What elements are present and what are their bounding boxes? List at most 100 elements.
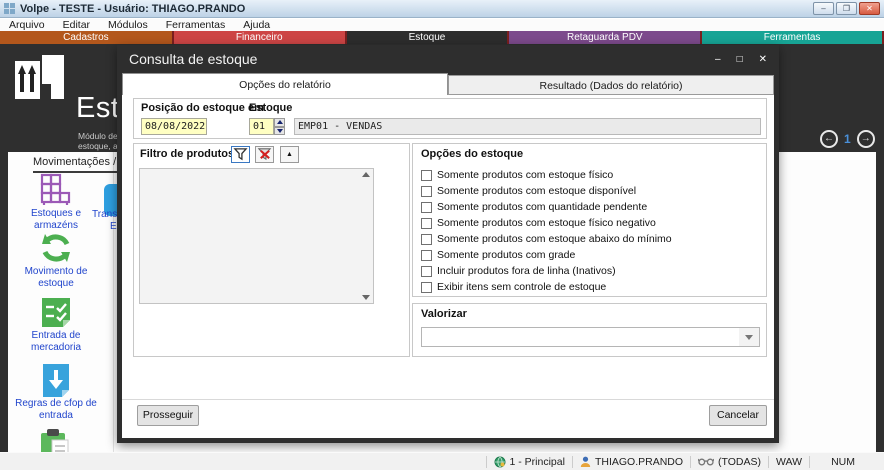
tab-opcoes-do-relatorio[interactable]: Opções do relatório (122, 73, 448, 95)
close-button[interactable]: ✕ (859, 2, 880, 15)
chevron-down-icon[interactable] (739, 328, 759, 346)
button-bar-divider (122, 399, 774, 400)
filter-label: Filtro de produtos (140, 148, 234, 160)
status-num-lock: NUM (824, 456, 862, 468)
checkbox-row[interactable]: Somente produtos com estoque físico nega… (421, 216, 656, 230)
sidebar-item-regras-cfop-entrada[interactable]: Regras de cfop de entrada (14, 362, 98, 422)
sidebar-item-estoques-e-armazens[interactable]: Estoques e armazéns (14, 172, 98, 232)
status-waw: WAW (769, 456, 809, 468)
statusbar: 1 - Principal THIAGO.PRANDO (TODAS) WAW … (0, 452, 884, 470)
menu-ajuda[interactable]: Ajuda (234, 19, 279, 31)
checkbox-row[interactable]: Incluir produtos fora de linha (Inativos… (421, 264, 616, 278)
pager: ← 1 → (820, 130, 875, 148)
prosseguir-button[interactable]: Prosseguir (137, 405, 199, 426)
checkbox-label: Somente produtos com estoque abaixo do m… (437, 233, 672, 245)
checkbox-label: Somente produtos com grade (437, 249, 575, 261)
checkbox[interactable] (421, 218, 432, 229)
dialog-tabs: Opções do relatório Resultado (Dados do … (117, 73, 779, 95)
tab-resultado[interactable]: Resultado (Dados do relatório) (448, 75, 774, 95)
sidebar-item-entrada-de-mercadoria[interactable]: Entrada de mercadoria (14, 294, 98, 354)
checkbox-label: Somente produtos com quantidade pendente (437, 201, 647, 213)
sidebar-item-movimento-de-estoque[interactable]: Movimento de estoque (14, 230, 98, 290)
checkbox-row[interactable]: Somente produtos com grade (421, 248, 575, 262)
shelf-boxes-icon (38, 172, 74, 208)
checkbox-label: Somente produtos com estoque físico nega… (437, 217, 656, 229)
tab-retaguarda-pdv[interactable]: Retaguarda PDV (509, 31, 700, 44)
checkbox[interactable] (421, 266, 432, 277)
checkbox-label: Incluir produtos fora de linha (Inativos… (437, 265, 616, 277)
menu-arquivo[interactable]: Arquivo (0, 19, 54, 31)
tab-ferramentas[interactable]: Ferramentas (702, 31, 882, 44)
status-branch: 1 - Principal (487, 456, 572, 468)
checkbox[interactable] (421, 202, 432, 213)
checkbox-label: Exibir itens sem controle de estoque (437, 281, 606, 293)
checkbox-label: Somente produtos com estoque físico (437, 169, 613, 181)
checkbox[interactable] (421, 186, 432, 197)
filter-apply-icon[interactable] (231, 146, 250, 163)
menu-modulos[interactable]: Módulos (99, 19, 157, 31)
valorizar-select[interactable] (421, 327, 760, 347)
period-group: Posição do estoque em 08/08/2022 Estoque… (133, 98, 767, 139)
valorizar-group: Valorizar (412, 303, 767, 357)
checklist-note-icon (39, 295, 73, 329)
restore-button[interactable]: ❐ (836, 2, 857, 15)
stock-label: Estoque (249, 102, 292, 114)
app-window: Volpe - TESTE - Usuário: THIAGO.PRANDO –… (0, 0, 884, 470)
checkbox-row[interactable]: Somente produtos com estoque abaixo do m… (421, 232, 672, 246)
stock-options-group: Opções do estoque Somente produtos com e… (412, 143, 767, 297)
scroll-down-icon[interactable] (362, 295, 370, 300)
cancelar-button[interactable]: Cancelar (709, 405, 767, 426)
checkbox-row[interactable]: Exibir itens sem controle de estoque (421, 280, 606, 294)
stepper-up-icon[interactable] (274, 118, 285, 127)
sidebar-item-transferencia-line2: E (110, 221, 117, 232)
sidebar-item-transferencia[interactable]: Trans (92, 209, 117, 220)
filter-clear-icon[interactable] (255, 146, 274, 163)
tab-cadastros[interactable]: Cadastros (0, 31, 172, 44)
checkbox[interactable] (421, 282, 432, 293)
product-filter-list[interactable] (139, 168, 374, 304)
dialog-restore-button[interactable]: □ (737, 54, 743, 65)
sidebar-item-label: Entrada de (14, 330, 98, 342)
minimize-button[interactable]: – (813, 2, 834, 15)
position-date-label: Posição do estoque em (141, 102, 264, 114)
valorizar-value (422, 332, 426, 344)
menu-editar[interactable]: Editar (54, 19, 99, 31)
cycle-arrows-icon (38, 230, 74, 266)
sidebar-item-label: mercadoria (14, 342, 98, 354)
page-prev-icon[interactable]: ← (820, 130, 838, 148)
dialog-minimize-button[interactable]: – (715, 54, 721, 65)
scroll-up-icon[interactable] (362, 172, 370, 177)
checkbox-row[interactable]: Somente produtos com estoque físico (421, 168, 613, 182)
checkbox[interactable] (421, 234, 432, 245)
checkbox-row[interactable]: Somente produtos com estoque disponível (421, 184, 636, 198)
checkbox[interactable] (421, 170, 432, 181)
dialog-close-button[interactable]: ✕ (759, 54, 767, 65)
sidebar-item-label: estoque (14, 278, 98, 290)
stock-code-field[interactable]: 01 (249, 118, 274, 135)
checkbox-row[interactable]: Somente produtos com quantidade pendente (421, 200, 647, 214)
page-next-icon[interactable]: → (857, 130, 875, 148)
main-titlebar[interactable]: Volpe - TESTE - Usuário: THIAGO.PRANDO –… (0, 0, 884, 18)
status-todas: (TODAS) (691, 456, 768, 468)
product-filter-group: Filtro de produtos ▲ (133, 143, 410, 357)
stepper-down-icon[interactable] (274, 127, 285, 136)
app-icon (4, 3, 15, 14)
sidebar-item-label: Estoques e (14, 208, 98, 220)
sidebar-item-label: entrada (14, 410, 98, 422)
checkbox[interactable] (421, 250, 432, 261)
tab-financeiro[interactable]: Financeiro (174, 31, 345, 44)
dialog-body: Posição do estoque em 08/08/2022 Estoque… (122, 95, 774, 438)
dialog-titlebar[interactable]: Consulta de estoque (117, 45, 779, 73)
filter-collapse-icon[interactable]: ▲ (280, 146, 299, 163)
glasses-icon (698, 457, 714, 466)
consulta-de-estoque-dialog: Consulta de estoque – □ ✕ Opções do rela… (117, 45, 779, 443)
menu-ferramentas[interactable]: Ferramentas (157, 19, 235, 31)
download-doc-icon (40, 362, 72, 398)
stock-options-header: Opções do estoque (421, 148, 523, 160)
module-tabband: Cadastros Financeiro Estoque Retaguarda … (0, 31, 884, 44)
tab-estoque[interactable]: Estoque (347, 31, 508, 44)
stock-code-stepper[interactable] (274, 118, 285, 135)
warehouse-module-icon (14, 52, 66, 102)
checkbox-label: Somente produtos com estoque disponível (437, 185, 636, 197)
position-date-field[interactable]: 08/08/2022 (141, 118, 207, 135)
